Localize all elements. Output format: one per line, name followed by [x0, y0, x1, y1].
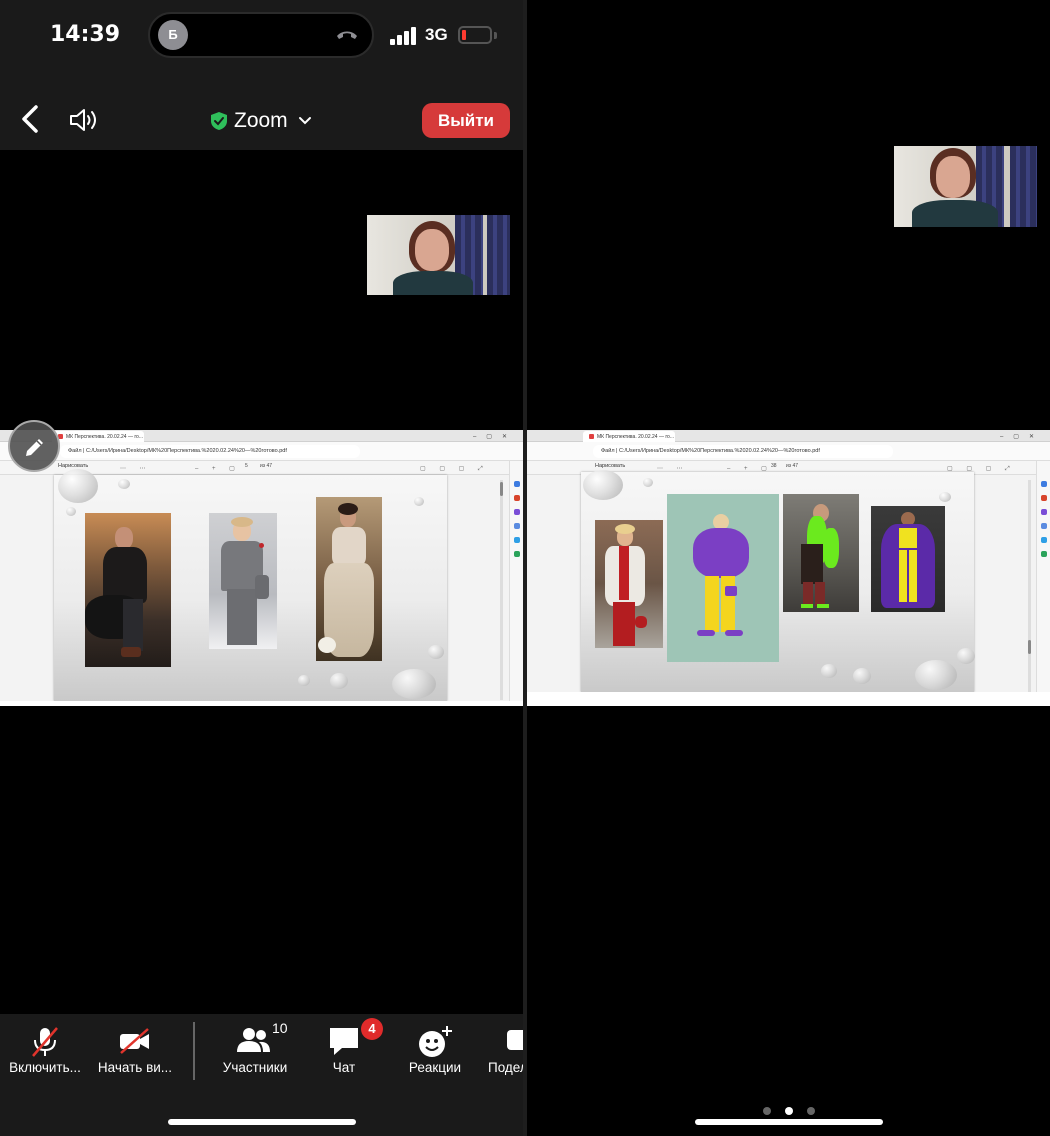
- scrollbar[interactable]: [1028, 480, 1031, 700]
- fashion-photo-gown: [316, 497, 382, 661]
- shared-screen-right[interactable]: МК Перспектива. 20.02.24 — го... –▢✕ Фай…: [527, 430, 1050, 706]
- browser-side-tools: [1036, 461, 1050, 706]
- participants-icon: [237, 1028, 270, 1052]
- left-screen: 14:39 Б 3G Zoom Выйти МК Перспектива. 20…: [0, 0, 523, 1136]
- home-indicator-right[interactable]: [695, 1119, 883, 1125]
- meeting-title-dropdown[interactable]: Zoom: [210, 108, 312, 134]
- speaker-icon[interactable]: [68, 106, 100, 134]
- browser-tab-bar: МК Перспектива. 20.02.24 — го... –▢✕: [527, 430, 1050, 442]
- draw-tool-label[interactable]: Нарисовать: [595, 463, 625, 469]
- meeting-bottom-toolbar: Включить... Начать ви... 10 Участники 4 …: [0, 1014, 523, 1136]
- start-video-label: Начать ви...: [97, 1060, 173, 1075]
- share-icon: [507, 1030, 523, 1050]
- chevron-down-icon: [298, 117, 311, 125]
- annotate-pen-button[interactable]: [8, 420, 60, 472]
- chat-bubble-icon: [330, 1028, 358, 1055]
- page-dot-3[interactable]: [807, 1107, 815, 1115]
- start-video-button[interactable]: Начать ви...: [92, 1014, 178, 1094]
- fashion-photo-suit: [209, 513, 277, 649]
- end-call-icon: [337, 31, 357, 39]
- page-total: из 47: [260, 463, 273, 469]
- status-time: 14:39: [50, 22, 121, 47]
- fashion-photo-neon-look: [783, 494, 859, 612]
- browser-side-tools: [509, 461, 523, 706]
- share-label: Подел: [488, 1060, 523, 1075]
- microphone-muted-icon: [32, 1027, 58, 1057]
- fashion-photo-biker: [85, 513, 171, 667]
- chat-label: Чат: [332, 1060, 356, 1075]
- participants-count: 10: [272, 1020, 288, 1036]
- pencil-icon: [26, 439, 43, 456]
- unmute-button[interactable]: Включить...: [0, 1014, 90, 1094]
- chat-button[interactable]: 4 Чат: [306, 1014, 383, 1094]
- leave-button[interactable]: Выйти: [422, 103, 510, 138]
- address-field[interactable]: Файл | C:/Users/Ирина/Desktop/МК%20Персп…: [60, 445, 360, 458]
- participants-label: Участники: [222, 1060, 288, 1075]
- home-indicator[interactable]: [168, 1119, 356, 1125]
- chat-unread-badge: 4: [361, 1018, 383, 1040]
- caller-avatar: Б: [158, 20, 188, 50]
- participants-button[interactable]: 10 Участники: [212, 1014, 298, 1094]
- page-current[interactable]: 38: [771, 463, 777, 469]
- page-indicator[interactable]: [763, 1107, 823, 1117]
- address-field[interactable]: Файл | C:/Users/Ирина/Desktop/МК%20Персп…: [593, 445, 893, 458]
- fashion-photo-red-look: [595, 520, 663, 648]
- share-button[interactable]: Подел: [484, 1014, 523, 1094]
- window-controls[interactable]: –▢✕: [473, 433, 517, 440]
- meeting-title: Zoom: [234, 109, 288, 132]
- pdf-page: [581, 470, 975, 692]
- browser-tab[interactable]: МК Перспектива. 20.02.24 — го...: [52, 431, 144, 442]
- browser-address-bar: Файл | C:/Users/Ирина/Desktop/МК%20Персп…: [0, 442, 523, 461]
- signal-icon: [390, 25, 418, 45]
- reactions-button[interactable]: Реакции: [396, 1014, 474, 1094]
- back-chevron-icon[interactable]: [18, 104, 44, 134]
- toolbar-separator: [193, 1022, 195, 1080]
- draw-tool-label[interactable]: Нарисовать: [58, 463, 88, 469]
- pdf-page: [54, 469, 447, 701]
- battery-icon: [458, 26, 492, 44]
- browser-tab-bar: МК Перспектива. 20.02.24 — го... –▢✕: [0, 430, 523, 442]
- shared-screen[interactable]: МК Перспектива. 20.02.24 — го... –▢✕ Фай…: [0, 430, 523, 706]
- right-screen: МК Перспектива. 20.02.24 — го... –▢✕ Фай…: [527, 0, 1050, 1136]
- fashion-photo-purple-look: [667, 494, 779, 662]
- page-total: из 47: [786, 463, 799, 469]
- self-video-thumbnail-right[interactable]: [894, 146, 1037, 227]
- browser-tab[interactable]: МК Перспектива. 20.02.24 — го...: [583, 431, 675, 442]
- page-current[interactable]: 5: [245, 463, 248, 469]
- dynamic-island[interactable]: Б: [148, 12, 374, 58]
- window-controls[interactable]: –▢✕: [1000, 433, 1044, 440]
- camera-off-icon: [120, 1028, 149, 1054]
- browser-address-bar: Файл | C:/Users/Ирина/Desktop/МК%20Персп…: [527, 442, 1050, 461]
- shield-check-icon: [211, 112, 227, 130]
- scrollbar[interactable]: [500, 480, 503, 700]
- smiley-plus-icon: [419, 1026, 452, 1057]
- self-video-thumbnail[interactable]: [367, 215, 510, 295]
- page-dot-2[interactable]: [785, 1107, 793, 1115]
- reactions-label: Реакции: [408, 1060, 462, 1075]
- status-bar: 14:39 Б 3G: [0, 0, 523, 72]
- meeting-top-bar: Zoom Выйти: [0, 72, 523, 150]
- page-dot-1[interactable]: [763, 1107, 771, 1115]
- network-type: 3G: [425, 25, 448, 44]
- fashion-photo-yellow-look: [871, 506, 945, 612]
- unmute-label: Включить...: [9, 1060, 81, 1075]
